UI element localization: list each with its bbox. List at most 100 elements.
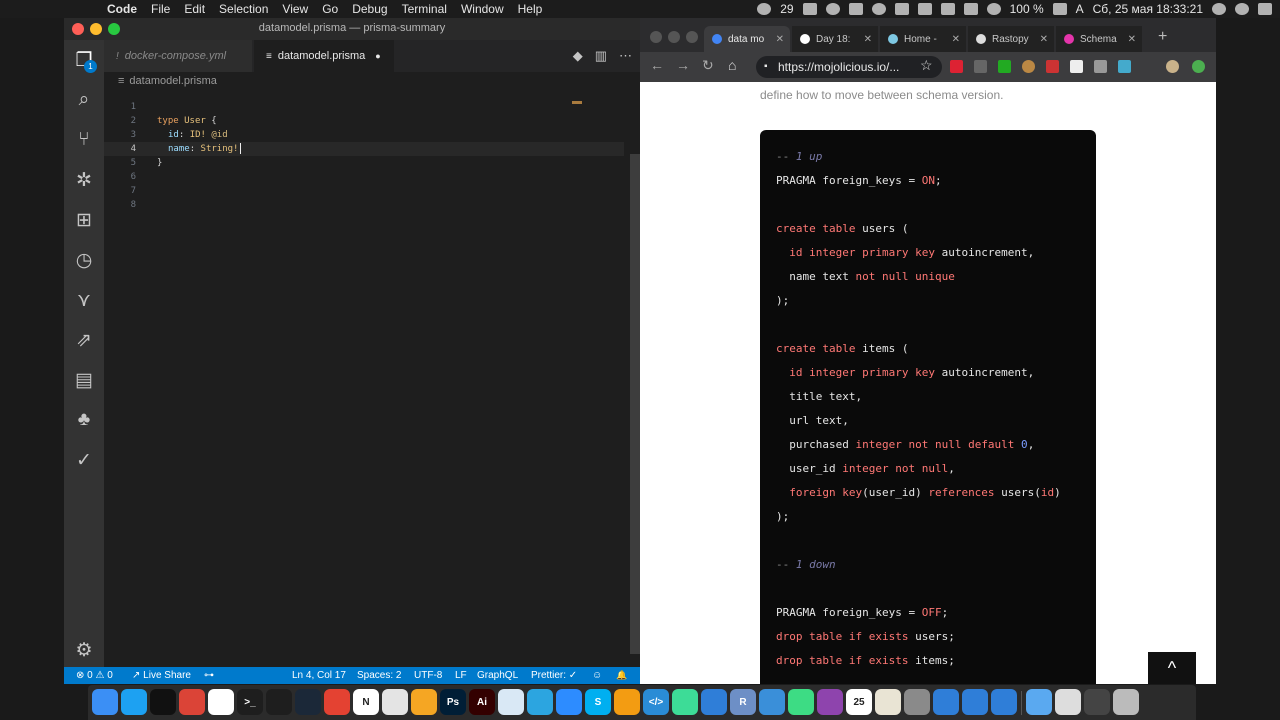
menu-selection[interactable]: Selection: [219, 2, 268, 16]
dock-calendar-icon[interactable]: 25: [846, 689, 872, 715]
cloud-icon[interactable]: [825, 3, 840, 15]
explorer-icon[interactable]: ❐ 1: [72, 48, 97, 73]
browser-tab-active[interactable]: data mo ✕: [704, 26, 790, 52]
menu-edit[interactable]: Edit: [184, 2, 205, 16]
drop-icon[interactable]: [871, 3, 886, 15]
editor-scrollbar[interactable]: [630, 154, 640, 654]
time-icon[interactable]: [802, 3, 817, 15]
menu-debug[interactable]: Debug: [352, 2, 387, 16]
dock-notion-icon[interactable]: N: [353, 689, 379, 715]
scroll-to-top-button[interactable]: ^: [1148, 652, 1196, 684]
dock-tweetbot-icon[interactable]: [121, 689, 147, 715]
battery-percent[interactable]: 100 %: [1010, 2, 1044, 16]
sync-icon[interactable]: [848, 3, 863, 15]
minimize-window-button[interactable]: [90, 23, 102, 35]
menu-window[interactable]: Window: [461, 2, 504, 16]
dock-notes-icon[interactable]: [875, 689, 901, 715]
move-icon[interactable]: [894, 3, 909, 15]
split-editor-icon[interactable]: ▥: [595, 48, 607, 64]
input-source[interactable]: A: [1076, 2, 1084, 16]
home-icon[interactable]: ⌂: [728, 57, 736, 73]
dock-brackets-icon[interactable]: </>: [643, 689, 669, 715]
dock-vscode-4-icon[interactable]: [991, 689, 1017, 715]
extension-icon[interactable]: [998, 60, 1011, 73]
address-bar[interactable]: ▪ https://mojolicious.io/...: [756, 56, 942, 78]
reload-icon[interactable]: ↻: [702, 57, 714, 74]
breadcrumb[interactable]: ≡ datamodel.prisma: [104, 72, 640, 90]
profile-avatar[interactable]: [1166, 60, 1179, 73]
dock-vscode-2-icon[interactable]: [933, 689, 959, 715]
zoom-window-button[interactable]: [108, 23, 120, 35]
skype-icon[interactable]: [1118, 60, 1131, 73]
camera-icon[interactable]: [1094, 60, 1107, 73]
forward-icon[interactable]: →: [676, 57, 690, 73]
docker-icon[interactable]: ▤: [72, 368, 96, 392]
dock-android-icon[interactable]: [788, 689, 814, 715]
close-window-button[interactable]: [72, 23, 84, 35]
git-compare-icon[interactable]: ◆: [573, 48, 583, 64]
tab-docker-compose[interactable]: ! docker-compose.yml: [104, 40, 252, 72]
notifications-bell-icon[interactable]: 🔔: [616, 667, 627, 684]
dock-photoshop-icon[interactable]: Ps: [440, 689, 466, 715]
dock-atom-icon[interactable]: [672, 689, 698, 715]
search-icon[interactable]: ⌕: [72, 88, 96, 112]
dock-vscode-3-icon[interactable]: [962, 689, 988, 715]
extension-icon[interactable]: [1046, 60, 1059, 73]
browser-tab[interactable]: Day 18: ✕: [792, 26, 878, 52]
indentation-status[interactable]: Spaces: 2: [357, 667, 401, 684]
feedback-icon[interactable]: ☺: [592, 667, 602, 684]
encoding-status[interactable]: UTF-8: [414, 667, 442, 684]
dock-steam-icon[interactable]: [295, 689, 321, 715]
bookmark-star-icon[interactable]: ☆: [920, 57, 933, 74]
debug-icon[interactable]: ✲: [72, 168, 96, 192]
clock[interactable]: Сб, 25 мая 18:33:21: [1093, 2, 1203, 16]
code-editor[interactable]: 1 2 type User { 3 id: ID! @id 4 name: St…: [104, 90, 640, 667]
dock-books-icon[interactable]: [411, 689, 437, 715]
browser-tab[interactable]: Home - ✕: [880, 26, 966, 52]
menu-help[interactable]: Help: [518, 2, 543, 16]
record-icon[interactable]: [940, 3, 955, 15]
battery-icon[interactable]: [1052, 3, 1067, 15]
todo-icon[interactable]: ✓: [72, 448, 96, 472]
cookie-icon[interactable]: [1022, 60, 1035, 73]
settings-gear-icon[interactable]: ⚙: [72, 638, 96, 662]
keyboard-icon[interactable]: [917, 3, 932, 15]
menu-go[interactable]: Go: [322, 2, 338, 16]
source-control-icon[interactable]: ⑂: [72, 128, 96, 152]
unsaved-dot-icon[interactable]: ●: [375, 51, 380, 61]
notifications-count[interactable]: 29: [780, 2, 793, 16]
dock-illustrator-icon[interactable]: Ai: [469, 689, 495, 715]
menu-app-name[interactable]: Code: [107, 2, 137, 16]
volume-icon[interactable]: [963, 3, 978, 15]
notification-center-icon[interactable]: [1258, 3, 1272, 15]
tab-close-icon[interactable]: ✕: [1128, 34, 1136, 45]
broadcast-icon[interactable]: ⊶: [204, 667, 214, 684]
tab-close-icon[interactable]: ✕: [776, 34, 784, 45]
gitlens-icon[interactable]: ◷: [72, 248, 96, 272]
menu-view[interactable]: View: [282, 2, 308, 16]
dock-folder-icon[interactable]: [1026, 689, 1052, 715]
dock-todoist-icon[interactable]: [324, 689, 350, 715]
dock-r-icon[interactable]: R: [730, 689, 756, 715]
url-text[interactable]: https://mojolicious.io/...: [778, 60, 899, 74]
dock-app-purple-icon[interactable]: [817, 689, 843, 715]
dock-mail-icon[interactable]: [498, 689, 524, 715]
tab-close-icon[interactable]: ✕: [864, 34, 872, 45]
minimap[interactable]: [572, 101, 582, 104]
dock-paw-icon[interactable]: [614, 689, 640, 715]
problems-indicator[interactable]: ⊗ 0 ⚠ 0: [76, 667, 113, 684]
live-share-icon[interactable]: ⇗: [72, 328, 96, 352]
menu-file[interactable]: File: [151, 2, 170, 16]
language-mode[interactable]: GraphQL: [477, 667, 518, 684]
tab-close-icon[interactable]: ✕: [952, 34, 960, 45]
browser-tab[interactable]: Rastopy ✕: [968, 26, 1054, 52]
menu-terminal[interactable]: Terminal: [402, 2, 447, 16]
dock-finder-icon[interactable]: [92, 689, 118, 715]
dock-telegram-icon[interactable]: [527, 689, 553, 715]
fish-icon[interactable]: ⋎: [72, 288, 96, 312]
cursor-position[interactable]: Ln 4, Col 17: [292, 667, 346, 684]
tab-datamodel[interactable]: ≡ datamodel.prisma ●: [254, 40, 394, 72]
pocket-icon[interactable]: [974, 60, 987, 73]
tab-close-icon[interactable]: ✕: [1040, 34, 1048, 45]
breadcrumb-file[interactable]: datamodel.prisma: [129, 75, 216, 87]
